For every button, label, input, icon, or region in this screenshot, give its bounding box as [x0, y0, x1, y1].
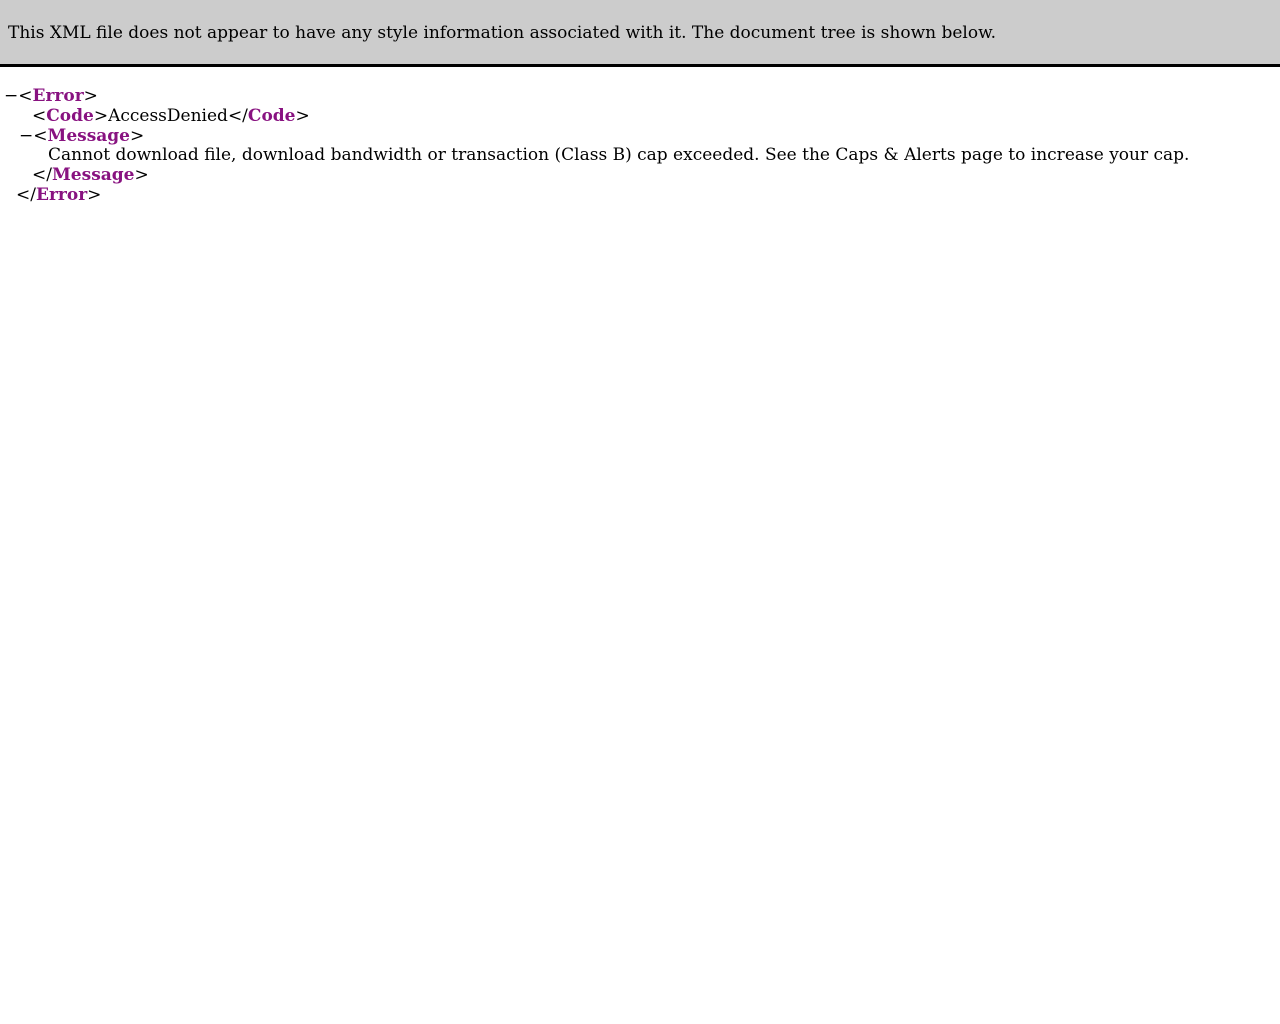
message-value: Cannot download file, download bandwidth… [48, 145, 1190, 165]
code-end-tag-name: Code [247, 106, 296, 126]
xml-info-banner: This XML file does not appear to have an… [0, 0, 1280, 67]
error-open-line: −<Error> [4, 86, 98, 106]
error-end-tag-name: Error [35, 185, 88, 205]
code-tag-name: Code [46, 106, 94, 126]
open-bracket: < [33, 126, 48, 146]
close-bracket: > [134, 165, 149, 185]
message-open-line: −<Message> [19, 126, 144, 146]
code-value: AccessDenied [108, 106, 228, 126]
error-tag-name: Error [32, 86, 84, 106]
close-bracket: > [295, 106, 310, 126]
close-bracket: > [83, 86, 98, 106]
code-element-line: <Code>AccessDenied</Code> [32, 106, 310, 126]
message-text-line: Cannot download file, download bandwidth… [48, 145, 1189, 165]
collapse-error-toggle[interactable]: − [4, 86, 18, 106]
error-close-line: </Error> [16, 185, 101, 205]
message-close-line: </Message> [32, 165, 149, 185]
end-open-bracket: </ [16, 185, 36, 205]
message-end-tag-name: Message [51, 165, 135, 185]
banner-message: This XML file does not appear to have an… [8, 23, 997, 43]
collapse-message-toggle[interactable]: − [19, 126, 33, 146]
close-bracket: > [130, 126, 145, 146]
end-open-bracket: </ [32, 165, 52, 185]
open-bracket: < [32, 106, 47, 126]
open-bracket: < [18, 86, 33, 106]
end-open-bracket: </ [227, 106, 248, 126]
close-bracket: > [93, 106, 109, 126]
message-tag-name: Message [47, 126, 131, 146]
close-bracket: > [87, 185, 102, 205]
